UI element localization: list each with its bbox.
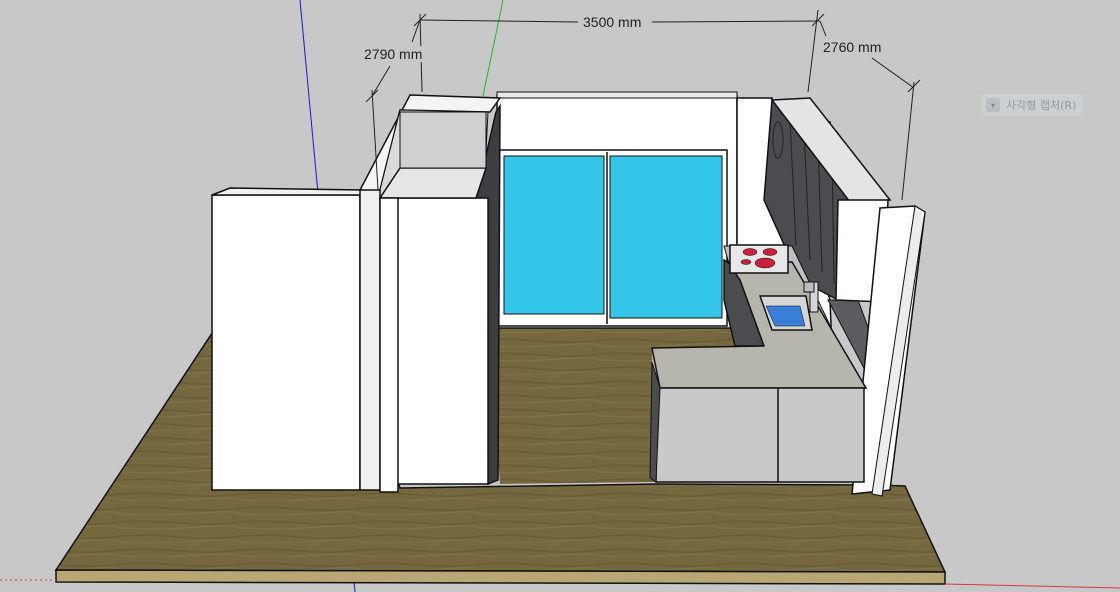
front-wall-slab-face [211, 194, 361, 491]
dim-right-line-a [819, 20, 827, 37]
front-wall-slab-top [211, 187, 364, 196]
capture-icon: ▾ [986, 98, 1000, 112]
dim-width-tick-right [811, 13, 825, 27]
kitchen-3d-model[interactable] [0, 0, 1120, 592]
dim-width-line-right [651, 20, 821, 23]
dimension-right-depth-label[interactable]: 2760 mm [821, 39, 884, 55]
dim-right-ext [901, 81, 915, 201]
burner-2 [762, 248, 778, 256]
dim-width-ext-right [807, 9, 819, 93]
burner-1 [742, 248, 758, 256]
front-wall-slab-edge [359, 189, 381, 491]
peninsula-cabinet-front [655, 387, 865, 483]
red-axis-right [944, 583, 1120, 589]
capture-hint-tooltip[interactable]: ▾ 사각형 캡처(R) [982, 94, 1083, 116]
window-pane-right [609, 155, 723, 319]
green-axis [482, 0, 504, 97]
dim-right-tick [907, 79, 921, 93]
range-hood-round [772, 121, 784, 159]
burner-4 [740, 259, 752, 265]
dimension-left-depth-label[interactable]: 2790 mm [362, 46, 425, 62]
floor-slab-edge [55, 569, 946, 585]
back-wall-top [496, 91, 738, 99]
front-wall-slab-edge-trim [379, 197, 399, 493]
sink-faucet-head [803, 281, 815, 293]
dim-left-line-b [371, 65, 391, 97]
model-viewport[interactable]: 3500 mm 2790 mm 2760 mm ▾ 사각형 캡처(R) [0, 0, 1120, 592]
left-upper-shelf [399, 111, 487, 169]
dimension-width-label[interactable]: 3500 mm [581, 14, 644, 30]
burner-3 [754, 257, 776, 269]
capture-hint-label: 사각형 캡처(R) [1006, 99, 1077, 112]
window-pane-left [503, 155, 605, 315]
dim-right-line-b [871, 57, 915, 89]
